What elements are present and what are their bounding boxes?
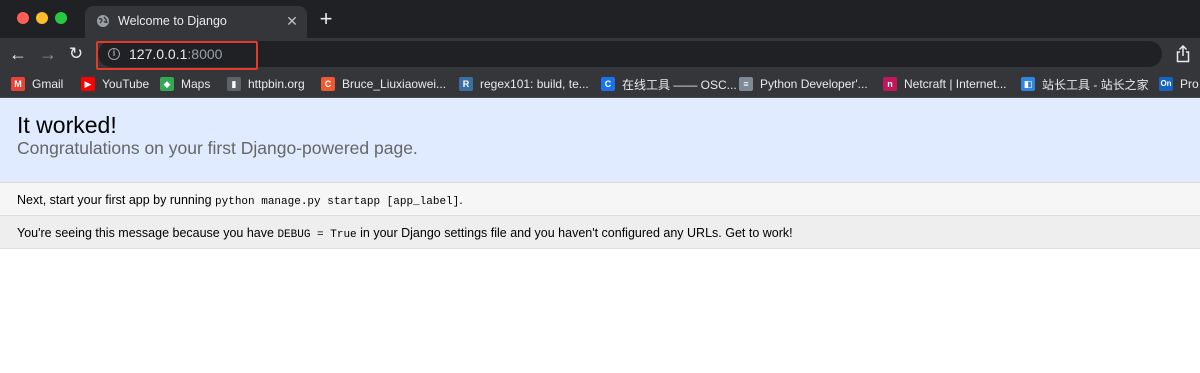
youtube-icon: ▶ [81,77,95,91]
debug-setting: DEBUG = True [277,229,357,241]
tab-welcome-to-django[interactable]: Welcome to Django ✕ [85,6,307,38]
page-content: It worked! Congratulations on your first… [0,98,1200,373]
bookmark-item[interactable]: C 在线工具 —— OSC... [601,76,737,92]
close-window-button[interactable] [17,12,29,24]
bookmark-label: 在线工具 —— OSC... [622,77,737,92]
back-button[interactable]: ← [8,44,28,64]
maps-icon: ◆ [160,77,174,91]
document-icon: ≡ [739,77,753,91]
bookmarks-bar: M Gmail ▶ YouTube ◆ Maps ▮ httpbin.org C Bruce_Li… [0,70,1200,98]
netcraft-icon: n [883,77,897,91]
bookmark-label: regex101: build, te... [480,77,589,91]
bookmark-label: Maps [181,77,211,91]
explanation-before: You're seeing this message because you h… [17,226,278,240]
close-tab-icon[interactable]: ✕ [285,13,299,29]
regex101-icon: R [459,77,473,91]
page-title: It worked! [17,112,117,138]
reload-button[interactable]: ↻ [66,44,86,64]
bookmark-item[interactable]: On Pro [1159,76,1199,92]
on-icon: On [1159,77,1173,91]
bookmark-item[interactable]: ≡ Python Developer'... [739,76,868,92]
address-highlight-box [96,41,258,70]
oschina-icon: C [601,77,615,91]
bookmark-label: Pro [1180,77,1199,91]
explanation-text: You're seeing this message because you h… [17,226,793,241]
new-tab-button[interactable]: + [316,8,336,30]
bookmark-item[interactable]: ▶ YouTube [81,76,149,92]
bookmark-label: 站长工具 - 站长之家 [1042,77,1149,92]
bookmark-label: Python Developer'... [760,77,868,91]
instructions-text: Next, start your first app by running py… [17,193,463,208]
share-icon[interactable] [1175,45,1191,63]
instructions-section: Next, start your first app by running py… [0,183,1200,216]
bookmark-item[interactable]: ▮ httpbin.org [227,76,305,92]
csdn-icon: C [321,77,335,91]
bookmark-item[interactable]: C Bruce_Liuxiaowei... [321,76,446,92]
bookmark-item[interactable]: M Gmail [11,76,63,92]
bookmark-label: YouTube [102,77,150,91]
bookmark-label: httpbin.org [248,77,305,91]
instructions-before: Next, start your first app by running [17,193,216,207]
bookmark-item[interactable]: ◆ Maps [160,76,210,92]
instructions-after: . [459,193,463,207]
bookmark-item[interactable]: ◧ 站长工具 - 站长之家 [1021,76,1149,92]
gmail-icon: M [11,77,25,91]
bookmark-label: Bruce_Liuxiaowei... [342,77,447,91]
explanation-section: You're seeing this message because you h… [0,216,1200,249]
minimize-window-button[interactable] [36,12,48,24]
tab-strip: Welcome to Django ✕ + [0,0,1200,38]
forward-button[interactable]: → [38,44,58,64]
explanation-after: in your Django settings file and you hav… [356,226,793,240]
tab-title: Welcome to Django [118,14,227,28]
chinaz-icon: ◧ [1021,77,1035,91]
startapp-command: python manage.py startapp [app_label] [215,196,460,208]
bookmark-label: Netcraft | Internet... [904,77,1007,91]
globe-icon [97,15,109,27]
bookmark-label: Gmail [32,77,64,91]
bookmark-item[interactable]: n Netcraft | Internet... [883,76,1007,92]
maximize-window-button[interactable] [55,12,67,24]
summary-section: It worked! Congratulations on your first… [0,98,1200,183]
page-subtitle: Congratulations on your first Django-pow… [17,138,418,158]
bookmark-item[interactable]: Rregex101: build, te... [459,76,589,92]
trash-icon: ▮ [227,77,241,91]
